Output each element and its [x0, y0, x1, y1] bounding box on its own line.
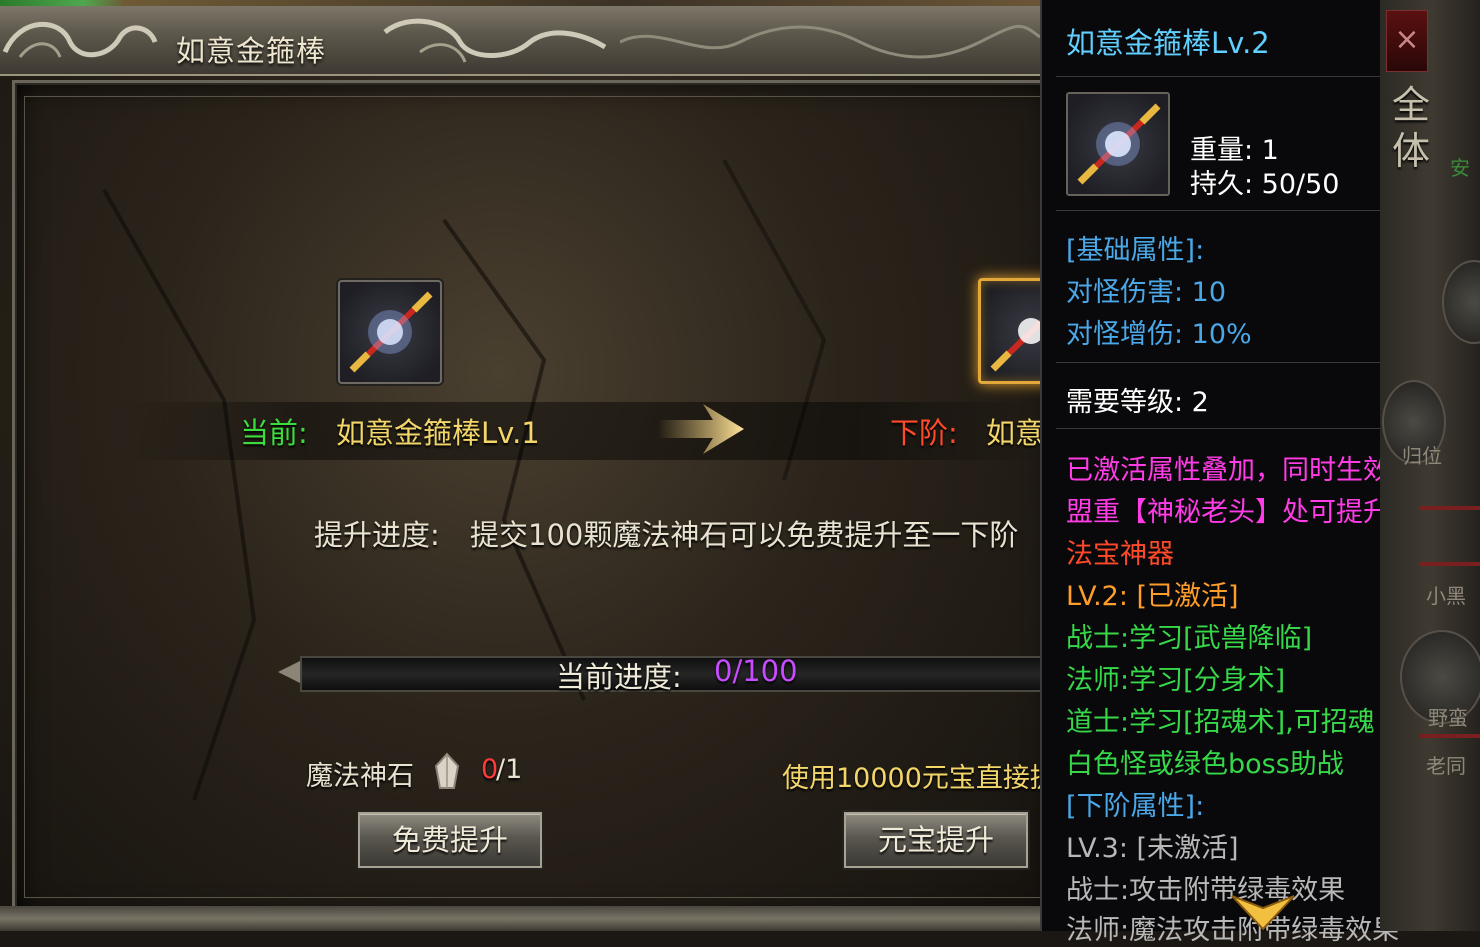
arrow-right-icon: [658, 404, 744, 454]
right-hud: × 全 体 安 归位 小黑 野蛮 老同: [1380, 0, 1480, 931]
current-item-name: 如意金箍棒Lv.1: [336, 416, 540, 450]
tooltip-mage-lv2: 法师:学习[分身术]: [1066, 665, 1286, 696]
tooltip-divider: [1056, 76, 1386, 77]
ornament-left-icon: [2, 21, 158, 58]
tooltip-taoist-lv2: 道士:学习[招魂术],可招魂: [1066, 707, 1375, 738]
hud-label-safe: 安: [1450, 156, 1470, 180]
current-prefix: 当前:: [240, 416, 308, 450]
hud-divider: [1420, 734, 1480, 738]
upgrade-panel: 如意金箍棒 当前: 如意金箍棒Lv.1 下阶: 如意金箍棒Lv.2 提升: [0, 0, 1040, 931]
tooltip-warrior-lv3: 战士:攻击附带绿毒效果: [1066, 875, 1346, 906]
tooltip-divider: [1056, 428, 1386, 429]
hud-char-ti: 体: [1392, 129, 1431, 173]
staff-icon: [1077, 103, 1161, 185]
material-name: 魔法神石: [306, 761, 414, 792]
tooltip-taoist-lv2-b: 白色怪或绿色boss助战: [1066, 749, 1344, 780]
tooltip-category: 法宝神器: [1066, 539, 1174, 570]
tooltip-monster-bonus: 对怪增伤: 10%: [1066, 319, 1252, 350]
free-upgrade-button[interactable]: 免费提升: [358, 812, 542, 868]
promote-prefix: 提升进度:: [314, 518, 440, 552]
tooltip-divider: [1056, 210, 1386, 211]
tooltip-lv2: LV.2: [已激活]: [1066, 581, 1239, 612]
staff-icon: [349, 291, 433, 373]
ornament-right-icon: [383, 18, 607, 63]
next-item-name: 如意金箍棒Lv.2: [986, 416, 1040, 450]
dropdown-arrow-icon[interactable]: [1230, 894, 1296, 931]
hud-divider: [1420, 506, 1480, 510]
staff-icon: [990, 318, 1040, 372]
panel-bottom-edge: [0, 906, 1040, 931]
panel-title: 如意金箍棒: [176, 34, 327, 68]
gem-icon[interactable]: [432, 752, 462, 792]
hud-divider: [1420, 562, 1480, 566]
yuanbao-note: 使用10000元宝直接提升等阶: [782, 763, 1040, 794]
progress-label: 当前进度:: [556, 660, 682, 694]
hud-orb[interactable]: [1442, 260, 1480, 344]
ornament-band-icon: [620, 24, 1040, 59]
promote-description: 提交100颗魔法神石可以免费提升至一下阶: [470, 518, 1019, 552]
tooltip-lv3: LV.3: [未激活]: [1066, 833, 1239, 864]
hud-label-yeman[interactable]: 野蛮: [1428, 702, 1468, 731]
next-item-slot[interactable]: [978, 278, 1040, 384]
hud-label-return[interactable]: 归位: [1402, 440, 1442, 469]
title-bar: 如意金箍棒: [0, 6, 1040, 76]
hud-label-laotong[interactable]: 老同: [1426, 750, 1466, 779]
tooltip-warrior-lv2: 战士:学习[武兽降临]: [1066, 623, 1313, 654]
material-need: /1: [496, 754, 523, 785]
tooltip-stack-note: 已激活属性叠加，同时生效: [1066, 455, 1390, 486]
tooltip-divider: [1056, 362, 1386, 363]
close-icon[interactable]: ×: [1386, 10, 1428, 72]
tooltip-item-slot: [1066, 92, 1170, 196]
tooltip-required-level: 需要等级: 2: [1066, 387, 1209, 418]
tooltip-upgrade-note: 盟重【神秘老头】处可提升: [1066, 497, 1390, 528]
tooltip-monster-damage: 对怪伤害: 10: [1066, 277, 1227, 308]
item-tooltip: 如意金箍棒Lv.2 重量: 1 持久: 50/50 [基础属性]: 对怪伤害: …: [1040, 0, 1399, 946]
next-prefix: 下阶:: [890, 416, 958, 450]
progress-value: 0/100: [714, 654, 798, 688]
tooltip-base-header: [基础属性]:: [1066, 235, 1205, 266]
tooltip-next-header: [下阶属性]:: [1066, 791, 1205, 822]
hud-label-xiaohei[interactable]: 小黑: [1426, 580, 1466, 609]
tooltip-title: 如意金箍棒Lv.2: [1066, 26, 1270, 60]
current-item-slot[interactable]: [338, 280, 442, 384]
tooltip-durability: 持久: 50/50: [1190, 169, 1340, 200]
yuanbao-upgrade-button[interactable]: 元宝提升: [844, 812, 1028, 868]
